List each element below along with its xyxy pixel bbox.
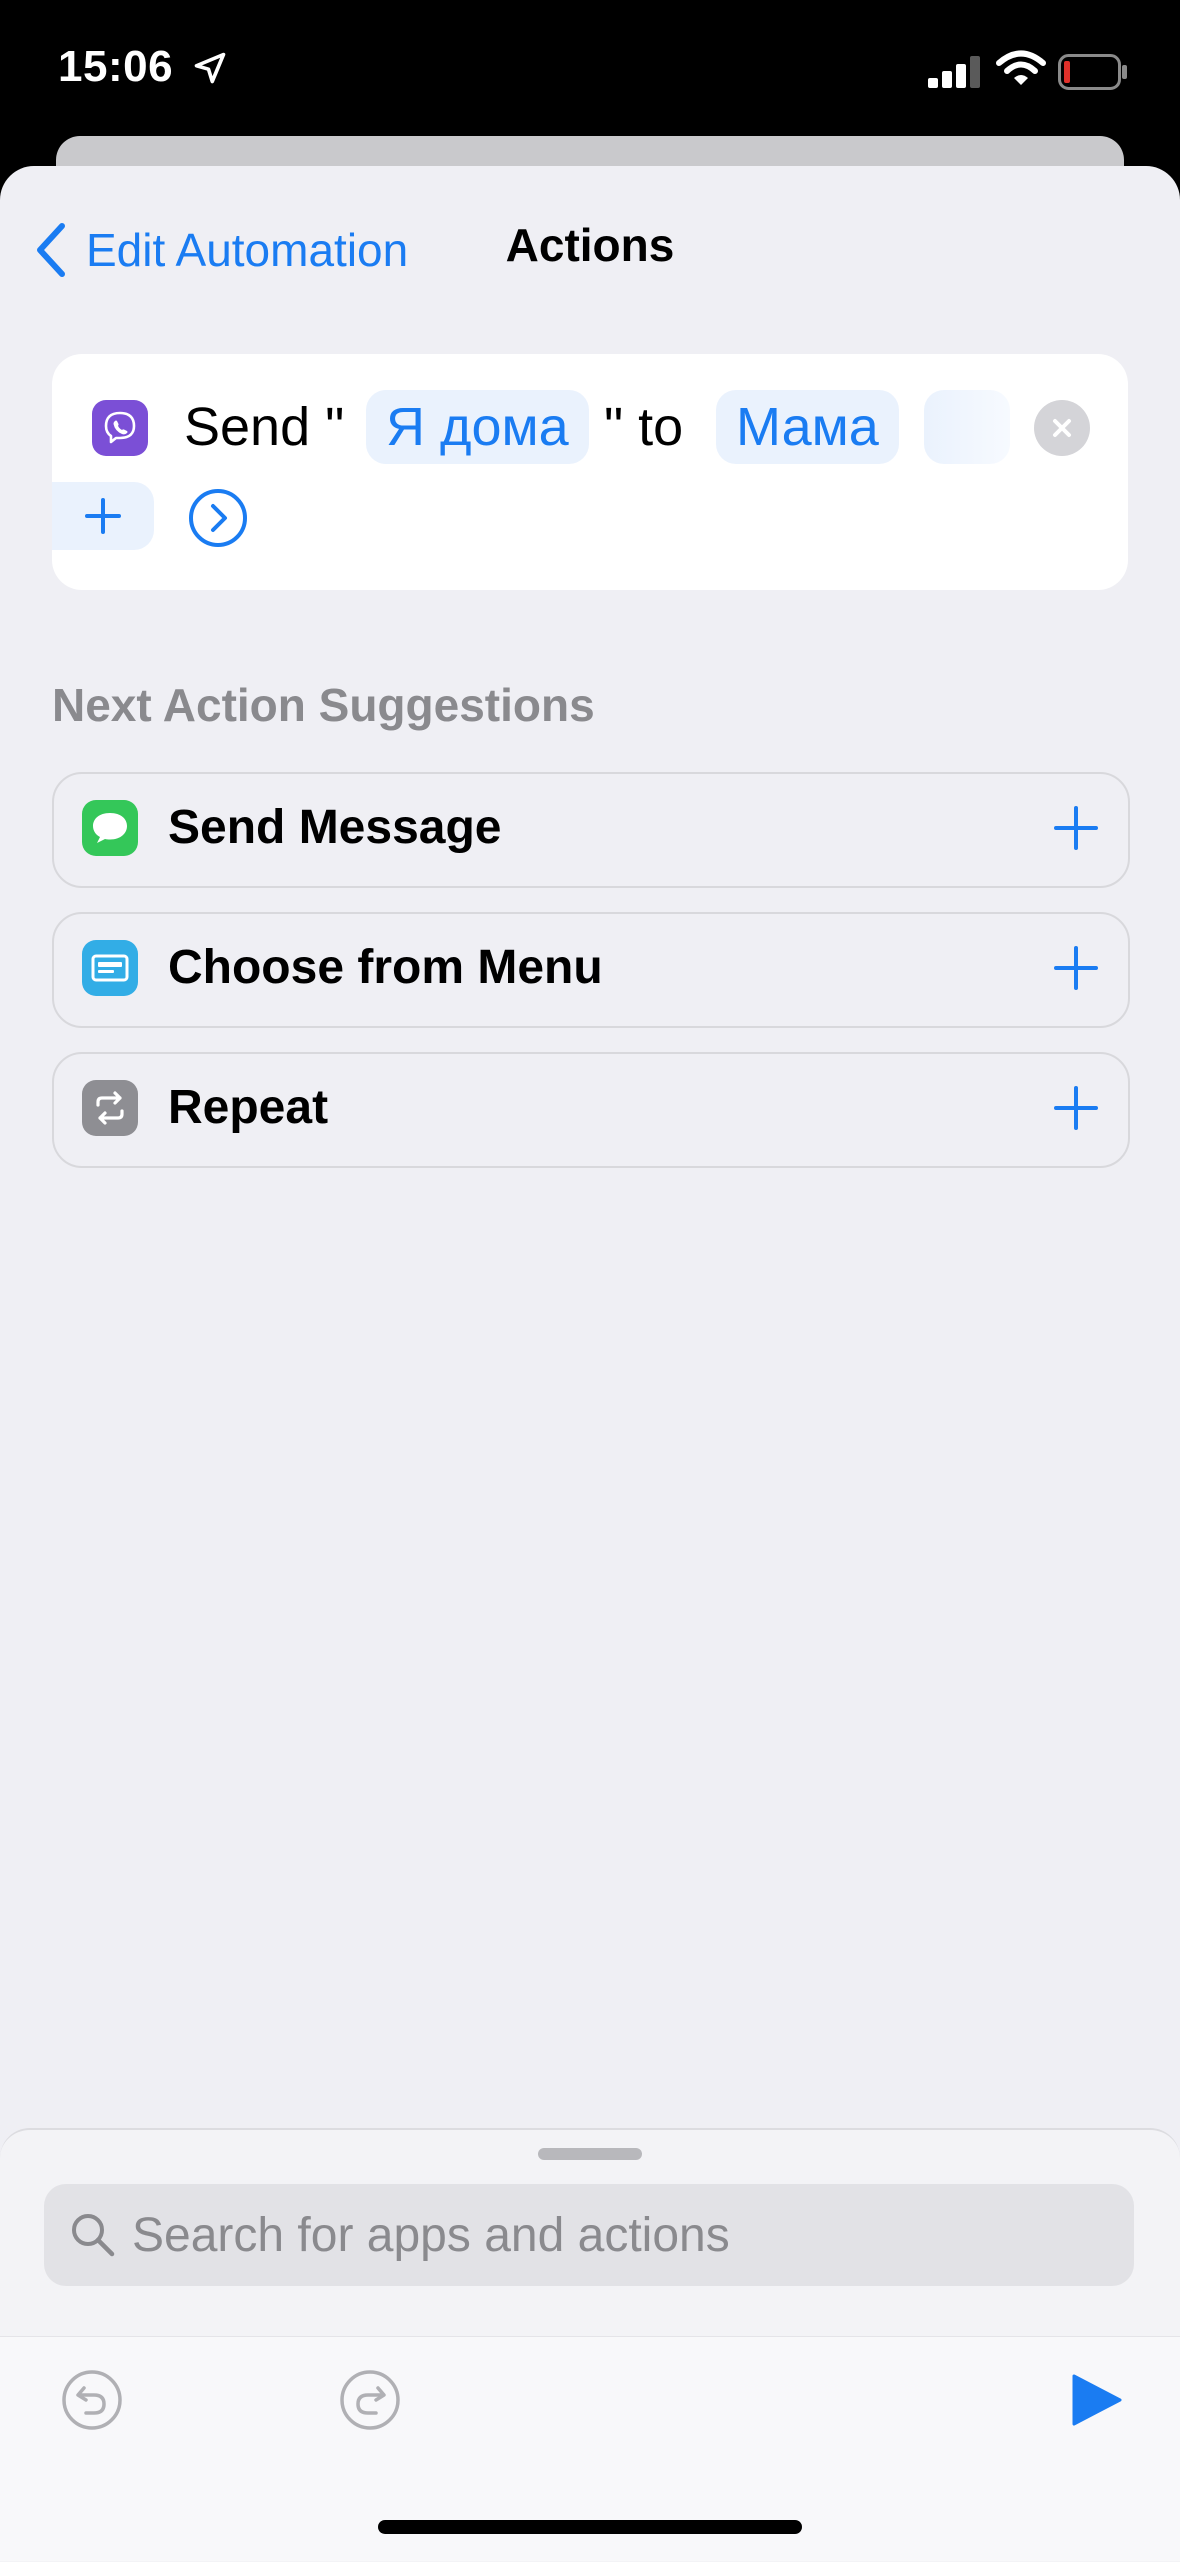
message-token[interactable]: Я дома (366, 390, 589, 464)
recipient-token[interactable]: Мама (716, 390, 899, 464)
plus-icon[interactable] (1048, 940, 1104, 996)
search-input[interactable] (132, 2198, 1092, 2272)
plus-icon[interactable] (1048, 800, 1104, 856)
viber-icon (92, 400, 148, 456)
play-icon[interactable] (1068, 2370, 1124, 2430)
remove-action-button[interactable] (1034, 400, 1090, 456)
empty-parameter-token[interactable] (924, 390, 1010, 464)
suggestions-heading: Next Action Suggestions (52, 679, 595, 731)
expand-action-button[interactable] (188, 488, 248, 548)
cellular-signal-icon (928, 56, 980, 88)
battery-low-icon (1058, 54, 1127, 90)
suggestion-label: Choose from Menu (168, 941, 603, 994)
add-parameter-button[interactable] (52, 482, 154, 550)
redo-icon[interactable] (338, 2368, 402, 2432)
repeat-icon (82, 1080, 138, 1136)
sheet-grabber[interactable] (538, 2148, 642, 2160)
menu-icon (82, 940, 138, 996)
messages-icon (82, 800, 138, 856)
status-time: 15:06 (58, 42, 174, 91)
home-indicator (378, 2520, 802, 2534)
page-title: Actions (505, 219, 675, 271)
action-send-text: Send " (184, 397, 345, 457)
plus-icon[interactable] (1048, 1080, 1104, 1136)
undo-icon[interactable] (60, 2368, 124, 2432)
suggestion-label: Send Message (168, 801, 502, 854)
wifi-icon (996, 50, 1046, 85)
close-icon (1053, 419, 1071, 437)
suggestion-label: Repeat (168, 1081, 329, 1134)
search-icon (72, 2214, 115, 2257)
location-arrow-icon (194, 52, 226, 84)
action-to-text: " to (604, 397, 684, 457)
plus-icon (85, 498, 121, 534)
